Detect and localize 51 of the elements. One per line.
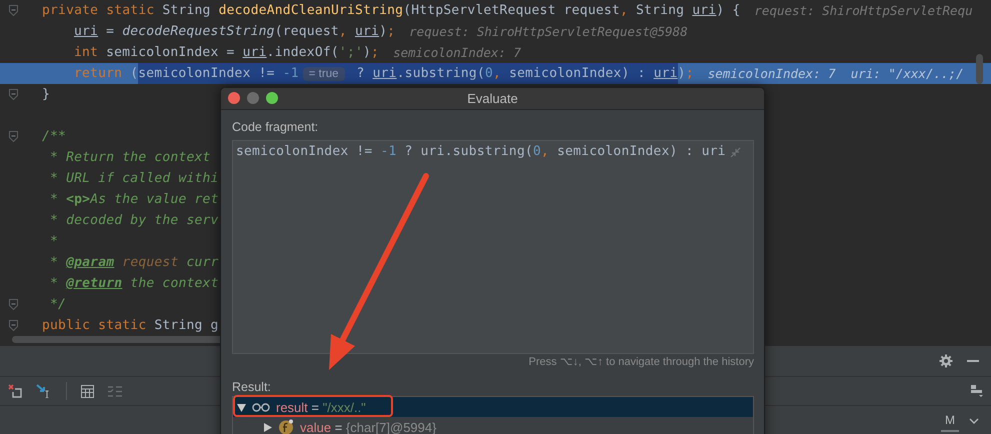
table-icon[interactable] <box>81 384 94 398</box>
code-text: * <p>As the value ret <box>49 192 219 207</box>
code-text: * <box>49 234 58 249</box>
code-text: * Return the context <box>49 150 211 165</box>
panel-tab[interactable]: M <box>941 409 959 432</box>
result-tree-row[interactable]: value = {char[7]@5994} <box>233 417 753 434</box>
history-hint: Press ⌥↓, ⌥↑ to navigate through the history <box>528 355 754 368</box>
tree-node-text: value = {char[7]@5994} <box>300 420 436 434</box>
field-icon <box>278 419 294 434</box>
fold-marker-icon[interactable] <box>9 89 18 100</box>
fold-marker-icon[interactable] <box>9 5 18 16</box>
inline-value-hint: request: ShiroHttpServletRequest@5988 <box>409 24 688 39</box>
fold-marker-icon[interactable] <box>9 320 18 331</box>
tree-node-text: result = "/xxx/.." <box>276 400 366 414</box>
inline-value-hint: request: ShiroHttpServletRequ <box>754 3 973 18</box>
inline-value-hint: semicolonIndex: 7 uri: "/xxx/..;/ <box>708 66 964 81</box>
code-text: int semicolonIndex = uri.indexOf(';'); <box>74 45 380 60</box>
code-text: * @param request curr <box>49 255 219 270</box>
code-text: /** <box>42 129 66 144</box>
window-title: Evaluate <box>467 91 518 106</box>
chevron-down-icon[interactable] <box>969 418 979 424</box>
code-text: * decoded by the serv <box>49 213 219 228</box>
minimize-window-button[interactable] <box>247 92 259 104</box>
vertical-scrollbar[interactable] <box>976 54 983 84</box>
collapse-icon[interactable] <box>730 147 741 158</box>
list-icon[interactable] <box>108 386 122 396</box>
close-window-button[interactable] <box>228 92 240 104</box>
code-text: */ <box>49 297 66 312</box>
fold-marker-icon[interactable] <box>9 299 18 310</box>
code-text: * @return the context <box>49 276 219 291</box>
expanded-triangle-icon[interactable] <box>237 402 246 412</box>
result-label: Result: <box>232 380 271 394</box>
remove-watch-icon[interactable] <box>8 384 22 398</box>
code-text: * URL if called withi <box>49 171 219 186</box>
code-text: private static String decodeAndCleanUriString(HttpServletRequest request, String uri) { <box>42 3 740 18</box>
glasses-icon <box>252 402 270 412</box>
collapsed-triangle-icon[interactable] <box>263 422 272 432</box>
code-fragment-field[interactable]: semicolonIndex != -1 ? uri.substring(0, semicolonIndex) : uri <box>232 140 754 354</box>
inline-value-hint: semicolonIndex: 7 <box>393 45 522 60</box>
code-fragment-label: Code fragment: <box>232 120 318 134</box>
code-text: } <box>42 87 50 102</box>
settings-icon[interactable] <box>939 354 953 368</box>
code-text: ); <box>678 66 694 81</box>
code-text: uri = decodeRequestString(request, uri); <box>74 24 396 39</box>
layout-icon[interactable] <box>971 385 983 397</box>
code-text: return ( <box>74 66 138 81</box>
result-tree-row[interactable]: result = "/xxx/.." <box>233 397 753 417</box>
zoom-window-button[interactable] <box>266 92 278 104</box>
code-text: public static String g <box>42 318 219 333</box>
fold-marker-icon[interactable] <box>9 131 18 142</box>
code-selection: semicolonIndex != -1 = true ? uri.substring(0, semicolonIndex) : uri <box>138 63 678 84</box>
